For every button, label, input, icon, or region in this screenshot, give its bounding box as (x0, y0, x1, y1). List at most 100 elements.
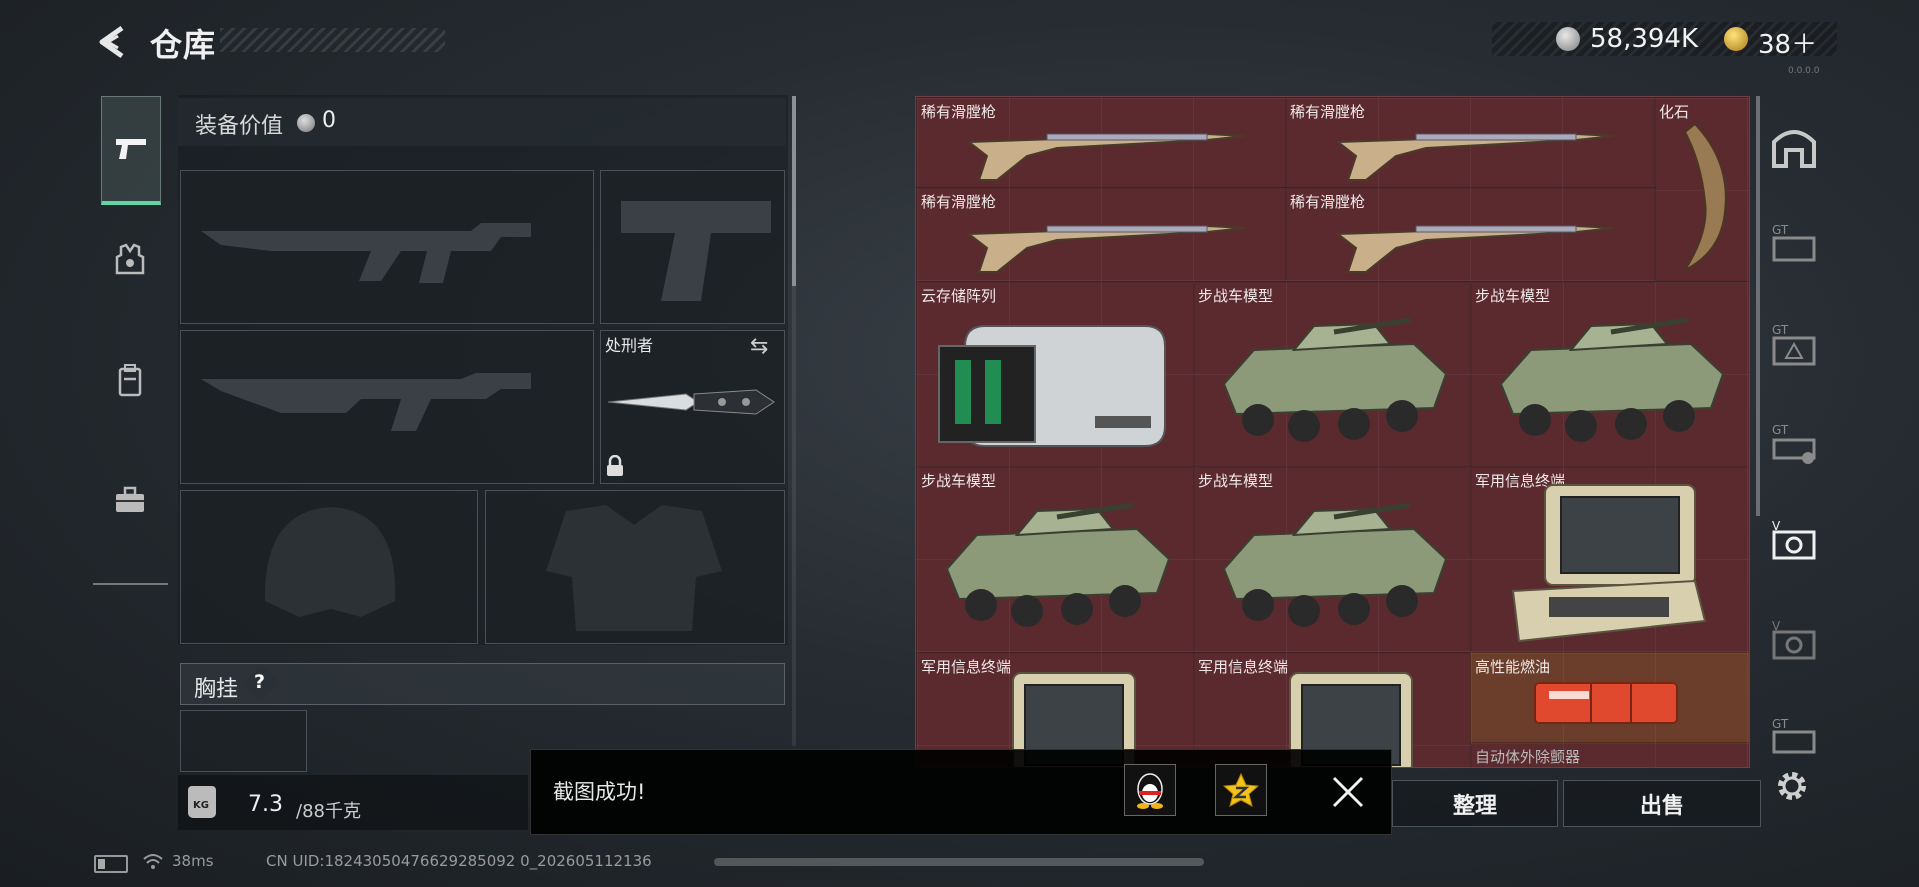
max-weight: /88千克 (296, 801, 361, 822)
ping-value: 38ms (172, 852, 214, 870)
silver-balance: 58,394K (1590, 24, 1699, 54)
back-arrow-icon[interactable] (92, 22, 132, 62)
close-icon[interactable] (1328, 772, 1368, 812)
share-qq-button[interactable] (1124, 764, 1176, 816)
pistol-silhouette-icon (621, 201, 771, 301)
stash-item[interactable]: 步战车模型 (1193, 466, 1472, 654)
item-name: 高性能燃油 (1475, 658, 1551, 676)
pistol-icon (116, 139, 146, 159)
lock-icon (607, 455, 623, 476)
ammo-case-icon[interactable]: GT (1770, 320, 1818, 368)
silver-coin-icon (297, 114, 315, 132)
stash-item[interactable]: 稀有滑膛枪 (1285, 187, 1656, 283)
stash-item[interactable]: 步战车模型 (1470, 281, 1749, 468)
fossil-claw-icon (1682, 122, 1727, 272)
stash-item[interactable]: 化石 (1654, 97, 1749, 283)
tab-case[interactable] (101, 445, 159, 555)
silver-coin-icon (1556, 27, 1580, 51)
misc-case-icon[interactable]: GT (1770, 714, 1818, 762)
tab-weapons[interactable] (101, 96, 161, 205)
rifle-silhouette-icon (201, 373, 531, 431)
item-name: 步战车模型 (1475, 287, 1551, 305)
sidebar-divider (93, 583, 168, 585)
pistol-slot[interactable] (600, 170, 785, 324)
body-armor-slot[interactable] (485, 490, 785, 644)
battery-level (98, 859, 105, 869)
swap-icon[interactable]: ⇆ (750, 334, 768, 359)
svg-text:GT: GT (1772, 323, 1789, 337)
primary-weapon-slot[interactable] (180, 170, 594, 324)
chest-rig-label: 胸挂 (194, 677, 239, 702)
ifv-model-icon (1499, 317, 1725, 442)
stash-item[interactable]: 高性能燃油 (1470, 652, 1749, 744)
item-name: 军用信息终端 (1198, 658, 1289, 676)
item-name: 自动体外除颤器 (1475, 748, 1581, 766)
equipment-value-label: 装备价值 (195, 114, 284, 139)
home-storage-icon[interactable] (1770, 122, 1818, 170)
stash-item[interactable]: 自动体外除颤器 (1470, 742, 1749, 767)
storage-scrollbar[interactable] (1756, 96, 1760, 516)
version-text: 0.0.0.0 (1788, 66, 1820, 76)
chest-rig-slot[interactable] (180, 710, 307, 772)
settings-gear-icon[interactable] (1774, 768, 1810, 804)
backpack-icon (118, 364, 142, 397)
item-name: 步战车模型 (1198, 287, 1274, 305)
stash-item[interactable]: 稀有滑膛枪 (916, 97, 1287, 189)
stash-item[interactable]: 稀有滑膛枪 (916, 187, 1287, 283)
ifv-model-icon (1222, 502, 1448, 627)
military-terminal-icon (1511, 484, 1707, 643)
stash-item[interactable]: 稀有滑膛枪 (1285, 97, 1656, 189)
stash-item[interactable]: 云存储阵列 (916, 281, 1195, 468)
user-uid: CN UID:18243050476629285092 0_2026051121… (266, 852, 652, 870)
item-name: 步战车模型 (921, 472, 997, 490)
briefcase-icon (116, 486, 144, 512)
gold-balance[interactable]: 38＋ (1758, 24, 1817, 61)
svg-text:GT: GT (1772, 423, 1789, 437)
musket-icon (1336, 132, 1615, 181)
gold-coin-icon (1724, 27, 1748, 51)
ifv-model-icon (945, 502, 1171, 627)
valuables-case-icon[interactable]: V (1770, 516, 1818, 564)
fuel-case-icon (1534, 682, 1678, 724)
musket-icon (1336, 224, 1615, 273)
ifv-model-icon (1222, 317, 1448, 442)
bottom-scroll-indicator (714, 858, 1204, 866)
item-name: 云存储阵列 (921, 287, 997, 305)
current-weight: 7.3 (248, 792, 283, 817)
item-name: 步战车模型 (1198, 472, 1274, 490)
qzone-star-icon (1223, 772, 1259, 807)
svg-text:GT: GT (1772, 223, 1789, 237)
wifi-icon (143, 854, 163, 869)
gear-case-icon[interactable]: GT (1770, 420, 1818, 468)
knife-icon (607, 389, 775, 415)
rifle-silhouette-icon (201, 223, 531, 283)
left-category-sidebar (93, 90, 168, 585)
page-title: 仓库 (150, 26, 217, 64)
tab-backpack[interactable] (101, 325, 159, 435)
qq-penguin-icon (1137, 773, 1163, 809)
item-name: 军用信息终端 (921, 658, 1012, 676)
musket-icon (967, 224, 1246, 273)
svg-text:GT: GT (1772, 717, 1789, 731)
stash-item[interactable]: 步战车模型 (1193, 281, 1472, 468)
tab-armor[interactable] (101, 205, 159, 315)
weight-icon-text: KG (193, 800, 209, 811)
title-decoration (220, 28, 445, 52)
body-armor-silhouette-icon (546, 505, 722, 631)
share-qzone-button[interactable] (1215, 764, 1267, 816)
melee-weapon-name: 处刑者 (605, 336, 654, 355)
equipment-scrollbar-thumb[interactable] (792, 96, 796, 286)
stash-grid: 稀有滑膛枪 稀有滑膛枪 化石 稀有滑膛枪 稀有滑膛枪 云存储阵列 步战车模型 步… (915, 96, 1750, 768)
stash-item[interactable]: 军用信息终端 (1470, 466, 1749, 654)
stash-item[interactable]: 步战车模型 (916, 466, 1195, 654)
secondary-weapon-slot[interactable] (180, 330, 594, 484)
valuables-case-2-icon[interactable]: V (1770, 616, 1818, 664)
arrange-button[interactable]: 整理 (1392, 780, 1558, 827)
item-name: 化石 (1659, 103, 1690, 121)
musket-icon (967, 132, 1246, 181)
weapon-case-icon[interactable]: GT (1770, 220, 1818, 268)
storage-array-icon (938, 325, 1166, 447)
helmet-slot[interactable] (180, 490, 478, 644)
help-icon-text: ? (254, 671, 266, 693)
sell-button[interactable]: 出售 (1563, 780, 1761, 827)
